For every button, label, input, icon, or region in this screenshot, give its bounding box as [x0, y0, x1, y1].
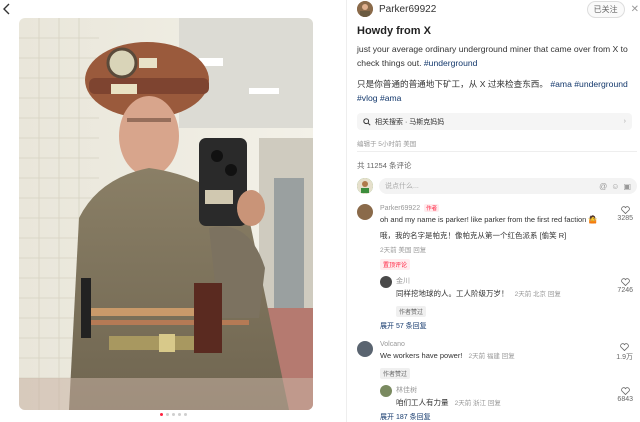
heart-icon	[620, 278, 630, 286]
author-liked-badge: 作者赞过	[380, 368, 411, 379]
replier-avatar[interactable]	[380, 276, 392, 288]
pinned-badge: 置顶评论	[380, 259, 411, 270]
like-count: 7246	[617, 287, 633, 294]
carousel-dot-active[interactable]	[159, 413, 163, 416]
current-user-avatar	[357, 178, 373, 194]
comment-meta[interactable]: 2天前 美国 回复	[380, 244, 611, 254]
post-title: Howdy from X	[357, 25, 431, 37]
author-avatar[interactable]	[357, 1, 373, 17]
comment-translation: 哦，我的名字是帕克！像帕克从第一个红色派系 [偷笑 R]	[380, 231, 567, 240]
like-button[interactable]: 7246	[617, 278, 633, 294]
post-edited-meta: 编辑于 5小时前 美国	[357, 141, 417, 148]
expand-replies-link[interactable]: 展开 57 条回复	[380, 321, 611, 331]
back-icon	[3, 3, 10, 15]
carousel-dot[interactable]	[171, 413, 175, 416]
commenter-name[interactable]: Parker69922	[380, 205, 420, 212]
reply-text: 咱们工人有力量	[396, 398, 449, 407]
hashtag[interactable]: #underground	[574, 79, 628, 89]
like-button[interactable]: 6843	[617, 387, 633, 403]
expand-replies-link[interactable]: 展开 187 条回复	[380, 412, 611, 422]
like-button[interactable]: 3285	[617, 206, 633, 222]
heart-icon	[620, 343, 629, 351]
hashtag[interactable]: #vlog	[357, 93, 378, 103]
hashtag[interactable]: #ama	[550, 79, 572, 89]
close-icon[interactable]: ✕	[631, 4, 639, 15]
heart-icon	[620, 387, 630, 395]
like-count: 3285	[617, 215, 633, 222]
reply-text: 同样挖地球的人。工人阶级万岁！	[396, 289, 509, 298]
follow-button[interactable]: 已关注	[586, 0, 625, 18]
reply-meta[interactable]: 2天前 浙江 回复	[455, 400, 501, 407]
carousel-dot[interactable]	[177, 413, 181, 416]
miner-selfie-image	[19, 18, 313, 410]
heart-icon	[620, 206, 630, 214]
at-icon[interactable]: @	[599, 182, 607, 191]
chevron-right-icon: ›	[623, 118, 626, 125]
hashtag[interactable]: #ama	[380, 93, 402, 103]
related-search-label: 相关搜索 · 马斯克妈妈	[375, 118, 445, 126]
post-body-cn: 只是你普通的普通地下矿工，从 X 过来检查东西。	[357, 79, 548, 89]
replier-avatar[interactable]	[380, 385, 392, 397]
reply-meta[interactable]: 2天前 北京 回复	[515, 291, 561, 298]
commenter-avatar[interactable]	[357, 204, 373, 220]
comment-meta[interactable]: 2天前 福建 回复	[469, 353, 515, 360]
carousel-dot[interactable]	[165, 413, 169, 416]
related-search-card[interactable]: 相关搜索 · 马斯克妈妈 ›	[357, 113, 632, 130]
like-button[interactable]: 1.9万	[616, 343, 633, 362]
reply-item: 林佳树 咱们工人有力量 2天前 浙江 回复 6843	[380, 385, 633, 410]
commenter-name[interactable]: Volcano	[380, 341, 405, 348]
like-count: 6843	[617, 396, 633, 403]
emoji-icon[interactable]: ☺	[611, 182, 619, 191]
carousel-dot[interactable]	[183, 413, 187, 416]
comment-list: Parker69922 作者 oh and my name is parker!…	[357, 204, 639, 422]
author-liked-badge: 作者赞过	[396, 306, 427, 317]
comment-input-placeholder: 说点什么...	[385, 183, 419, 190]
back-button[interactable]	[0, 0, 14, 18]
post-body-en: just your average ordinary underground m…	[357, 44, 628, 68]
reply-item: 金川 同样挖地球的人。工人阶级万岁！ 2天前 北京 回复 作者赞过 7246	[380, 276, 633, 319]
hashtag[interactable]: #underground	[424, 58, 478, 68]
author-name[interactable]: Parker69922	[379, 4, 436, 15]
image-icon[interactable]: ▣	[623, 182, 631, 191]
comment-text: We workers have power!	[380, 351, 463, 360]
search-icon	[363, 117, 371, 126]
comment-count: 共 11254 条评论	[357, 161, 412, 170]
post-photo[interactable]	[19, 18, 313, 410]
comment-input[interactable]: 说点什么... @ ☺ ▣	[379, 178, 637, 194]
info-pane: Parker69922 已关注 ✕ Howdy from X just your…	[346, 0, 640, 422]
media-pane	[0, 0, 346, 422]
comment-text: oh and my name is parker! like parker fr…	[380, 215, 598, 224]
commenter-avatar[interactable]	[357, 341, 373, 357]
post-body: just your average ordinary underground m…	[357, 42, 635, 112]
author-bar: Parker69922 已关注 ✕	[357, 0, 639, 18]
replier-name[interactable]: 金川	[396, 276, 410, 286]
like-count: 1.9万	[616, 354, 633, 361]
replier-name[interactable]: 林佳树	[396, 385, 417, 395]
comment-input-row: 说点什么... @ ☺ ▣	[357, 177, 637, 195]
comment-item: Volcano We workers have power! 2天前 福建 回复…	[357, 341, 639, 422]
divider	[357, 151, 637, 152]
comment-item: Parker69922 作者 oh and my name is parker!…	[357, 204, 639, 331]
author-badge: 作者	[424, 204, 440, 212]
carousel-dots[interactable]	[0, 413, 346, 416]
